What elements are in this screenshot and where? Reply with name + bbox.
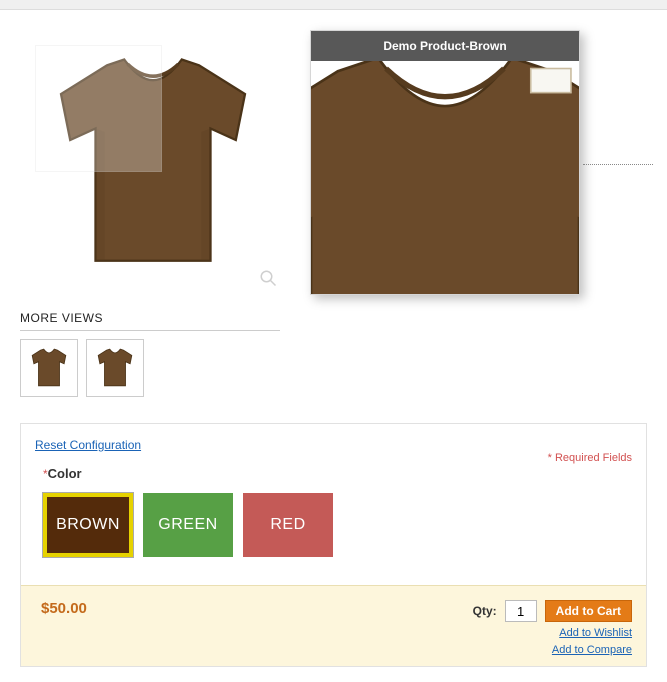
thumbnail-2[interactable] — [86, 339, 144, 397]
configuration-box: Reset Configuration * Required Fields *C… — [20, 423, 647, 667]
dotted-separator — [583, 164, 653, 165]
thumbnail-1[interactable] — [20, 339, 78, 397]
qty-input[interactable] — [505, 600, 537, 622]
zoom-preview-panel: Demo Product-Brown — [310, 30, 580, 295]
tshirt-thumb-graphic — [28, 347, 70, 389]
more-views-title: MORE VIEWS — [20, 311, 280, 331]
tshirt-thumb-graphic — [94, 347, 136, 389]
zoom-preview-graphic — [311, 31, 579, 295]
add-to-cart-button[interactable]: Add to Cart — [545, 600, 632, 622]
color-swatch-brown[interactable]: BROWN — [43, 493, 133, 557]
magnifier-icon[interactable] — [259, 269, 277, 287]
color-swatch-red[interactable]: RED — [243, 493, 333, 557]
reset-configuration-link[interactable]: Reset Configuration — [35, 438, 141, 452]
required-fields-note: * Required Fields — [548, 452, 632, 464]
top-chrome-strip — [0, 0, 667, 10]
color-swatch-green[interactable]: GREEN — [143, 493, 233, 557]
qty-label: Qty: — [473, 604, 497, 618]
add-to-compare-link[interactable]: Add to Compare — [552, 644, 632, 656]
add-to-cart-strip: $50.00 Qty: Add to Cart Add to Wishlist … — [21, 585, 646, 666]
color-field-label: *Color — [43, 466, 632, 481]
zoom-lens-overlay[interactable] — [35, 45, 162, 172]
product-price: $50.00 — [35, 600, 87, 617]
main-product-image[interactable] — [20, 30, 285, 295]
add-to-wishlist-link[interactable]: Add to Wishlist — [559, 627, 632, 639]
zoom-preview-title: Demo Product-Brown — [311, 31, 579, 61]
